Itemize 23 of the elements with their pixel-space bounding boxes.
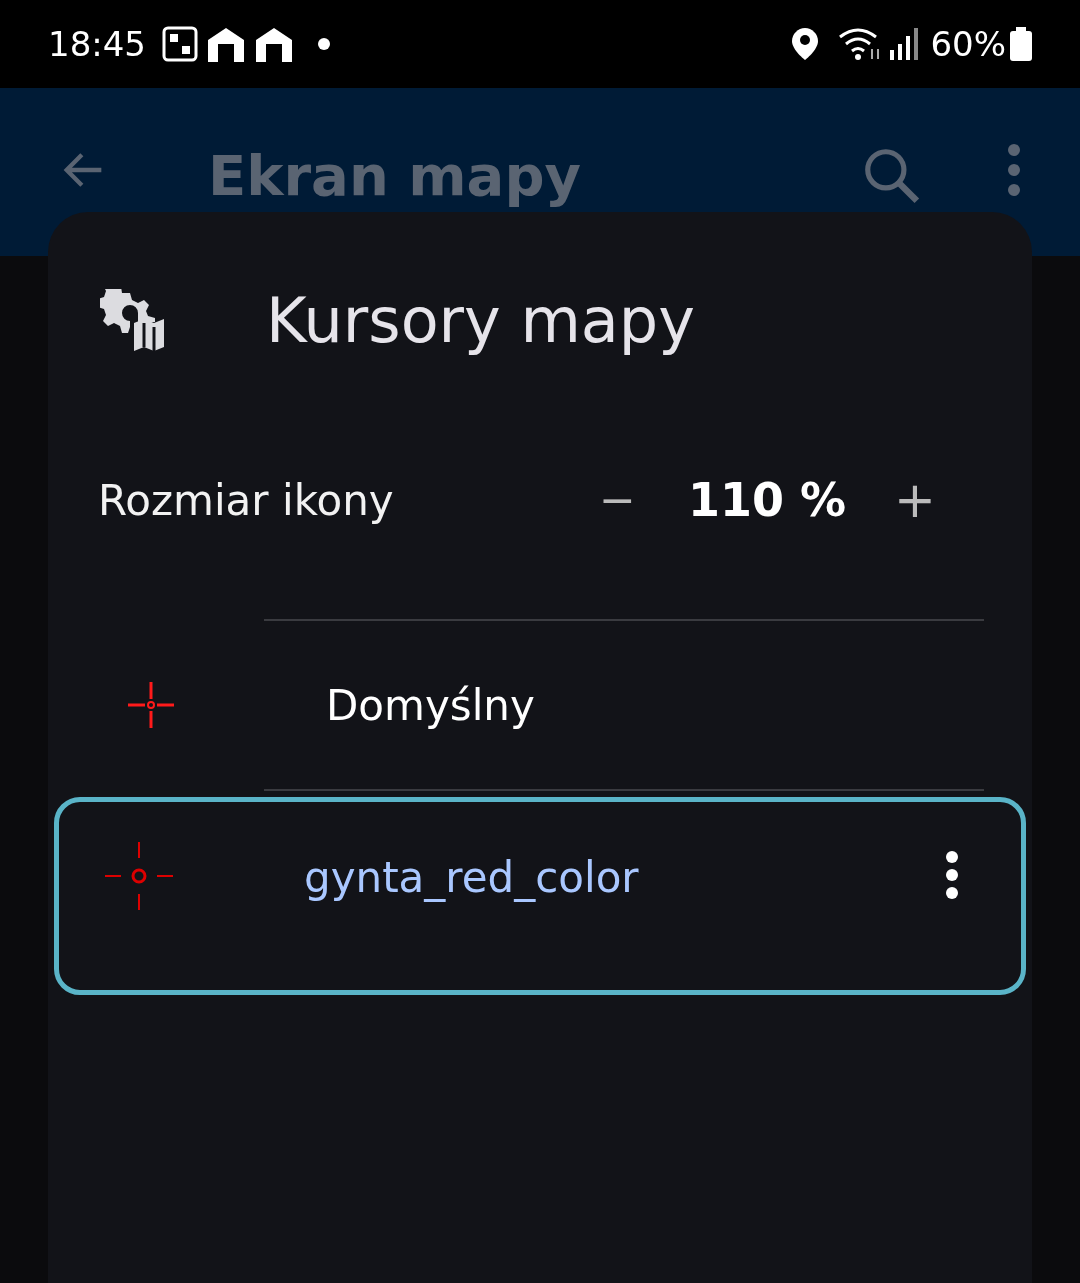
dialog-title: Kursory mapy <box>266 282 695 359</box>
cursor-item[interactable]: gynta_red_color <box>54 797 1026 995</box>
location-icon <box>792 28 819 60</box>
home-icon <box>254 26 294 62</box>
battery-percent: 60% <box>930 22 1006 66</box>
size-label: Rozmiar ikony <box>98 474 394 527</box>
gear-map-icon <box>100 289 166 351</box>
crosshair-icon <box>126 680 176 730</box>
app-notification-icon <box>162 26 198 62</box>
crosshair-icon <box>103 840 175 912</box>
screen-title: Ekran mapy <box>208 144 581 208</box>
size-value: 110 % <box>687 471 847 529</box>
increase-button[interactable]: + <box>886 462 944 538</box>
home-icon <box>206 26 246 62</box>
dot-icon <box>318 38 330 50</box>
battery-icon <box>1010 27 1032 61</box>
decrease-button[interactable]: − <box>591 467 644 533</box>
status-time: 18:45 <box>48 22 146 66</box>
signal-icon <box>890 28 919 60</box>
cursor-name: Domyślny <box>326 679 535 732</box>
more-icon[interactable] <box>945 850 959 900</box>
cursor-item[interactable]: Domyślny <box>48 621 1032 789</box>
cursor-name: gynta_red_color <box>304 852 639 904</box>
